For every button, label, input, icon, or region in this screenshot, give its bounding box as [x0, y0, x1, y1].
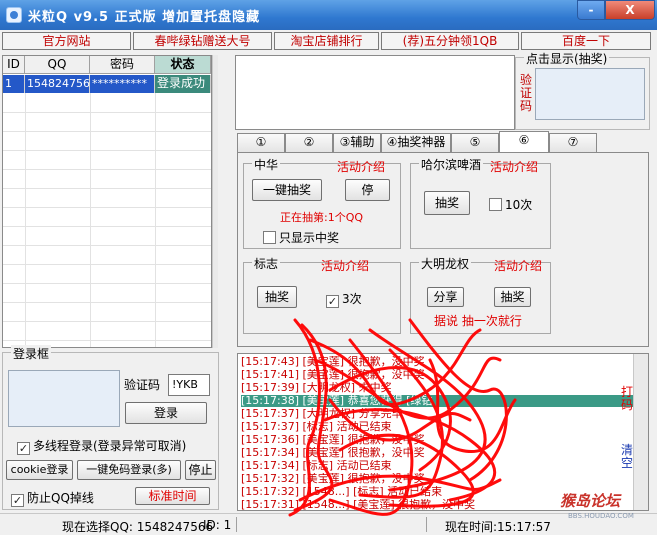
tab-3-helper[interactable]: ③辅助 [333, 133, 381, 152]
login-frame-legend: 登录框 [11, 345, 52, 362]
multithread-login-label: 多线程登录(登录异常可取消) [33, 439, 187, 453]
captcha-side-label[interactable]: 打码 [621, 386, 635, 412]
account-table-scrollbar[interactable] [212, 55, 218, 348]
log-scrollbar[interactable] [633, 354, 648, 510]
app-icon [6, 7, 22, 23]
taobao-ranking-button[interactable]: 淘宝店铺排行 [274, 32, 379, 50]
check-icon: ✓ [11, 494, 24, 507]
red-scribble-overlay [288, 318, 517, 517]
watermark-sub: BBS.HOUDAO.COM [568, 512, 634, 520]
group-biaozhi-title: 标志 [252, 255, 281, 272]
checkbox-box [263, 231, 276, 244]
harbin-intro-link[interactable]: 活动介绍 [490, 158, 538, 175]
grid-line [25, 93, 26, 347]
login-button[interactable]: 登录 [125, 402, 207, 424]
grid-line [155, 93, 156, 347]
harbin-10x-checkbox[interactable]: 10次 [489, 196, 532, 213]
only-winning-label: 只显示中奖 [279, 231, 340, 245]
official-site-button[interactable]: 官方网站 [2, 32, 131, 50]
tab-6[interactable]: ⑥ [499, 131, 549, 153]
group-zhonghua-title: 中华 [252, 156, 281, 173]
table-cell-status[interactable]: 登录成功 [155, 75, 211, 93]
minimize-button[interactable]: - [577, 0, 605, 20]
grid-line [3, 188, 211, 189]
window-title: 米粒Q v9.5 正式版 增加置托盘隐藏 [28, 10, 261, 25]
daminglongquan-intro-link[interactable]: 活动介绍 [494, 257, 542, 274]
click-display-legend: 点击显示(抽奖) [524, 50, 610, 67]
grid-line [3, 321, 211, 322]
baidu-button[interactable]: 百度一下 [521, 32, 651, 50]
grid-line [3, 340, 211, 341]
only-winning-checkbox[interactable]: 只显示中奖 [263, 229, 339, 246]
no-captcha-login-button[interactable]: 一键免码登录(多) [77, 460, 181, 480]
captcha-label: 验证码 [124, 378, 161, 392]
grid-line [3, 131, 211, 132]
column-header-status[interactable]: 状态 [155, 56, 211, 74]
grid-line [3, 245, 211, 246]
tab-7[interactable]: ⑦ [549, 133, 597, 152]
grid-line [3, 207, 211, 208]
column-header-qq[interactable]: QQ [25, 56, 90, 74]
grid-line [3, 112, 211, 113]
zhonghua-draw-button[interactable]: 一键抽奖 [252, 179, 322, 201]
column-header-id[interactable]: ID [3, 56, 25, 74]
zhonghua-stop-button[interactable]: 停 [345, 179, 390, 201]
tab-2[interactable]: ② [285, 133, 333, 152]
cookie-login-button[interactable]: cookie登录 [6, 460, 73, 480]
group-daminglongquan-title: 大明龙权 [419, 255, 472, 272]
biaozhi-intro-link[interactable]: 活动介绍 [321, 257, 369, 274]
site-watermark: 猴岛论坛 BBS.HOUDAO.COM [560, 493, 655, 520]
harbin-draw-button[interactable]: 抽奖 [424, 191, 470, 215]
vcode-image[interactable] [535, 68, 645, 120]
group-harbin-title: 哈尔滨啤酒 [419, 156, 484, 173]
tab-5[interactable]: ⑤ [451, 133, 499, 152]
grid-line [3, 283, 211, 284]
table-cell-qq[interactable]: 1548247566 [25, 75, 90, 93]
grid-line [90, 93, 91, 347]
grid-line [3, 226, 211, 227]
anti-drop-checkbox[interactable]: ✓ 防止QQ掉线 [11, 489, 94, 507]
title-bar: 米粒Q v9.5 正式版 增加置托盘隐藏 - X [0, 0, 657, 30]
current-id: ID: 1 [203, 518, 232, 532]
tab-4-draw-tool[interactable]: ④抽奖神器 [381, 133, 451, 152]
anti-drop-label: 防止QQ掉线 [27, 491, 94, 505]
clear-side-label[interactable]: 清空 [621, 444, 635, 470]
free-qb-button[interactable]: (荐)五分钟领1QB [381, 32, 519, 50]
account-table[interactable]: ID QQ 密码 状态 1 1548247566 ********** 登录成功 [2, 55, 212, 348]
harbin-10x-label: 10次 [505, 198, 533, 212]
check-icon: ✓ [17, 442, 30, 455]
checkbox-box [489, 198, 502, 211]
multithread-login-checkbox[interactable]: ✓ 多线程登录(登录异常可取消) [17, 437, 186, 455]
status-separator [236, 517, 237, 532]
table-cell-password[interactable]: ********** [90, 75, 155, 93]
grid-line [3, 150, 211, 151]
standard-time-button[interactable]: 标准时间 [135, 487, 210, 505]
grid-line [3, 264, 211, 265]
tab-1[interactable]: ① [237, 133, 285, 152]
vcode-label: 验证码 [520, 73, 533, 113]
grid-line [3, 169, 211, 170]
current-qq: 现在选择QQ: 1548247566 [62, 520, 214, 534]
notice-area [235, 55, 515, 130]
table-cell-id[interactable]: 1 [3, 75, 25, 93]
stop-login-button[interactable]: 停止 [185, 460, 216, 480]
close-button[interactable]: X [605, 0, 655, 20]
captcha-input[interactable]: !YKB [168, 374, 210, 396]
column-header-password[interactable]: 密码 [90, 56, 155, 74]
captcha-image[interactable] [8, 370, 120, 427]
zhonghua-draw-status: 正在抽第:1个QQ [280, 211, 364, 224]
zhonghua-intro-link[interactable]: 活动介绍 [337, 158, 385, 175]
green-diamond-gift-button[interactable]: 春哔绿钻赠送大号 [133, 32, 272, 50]
grid-line [3, 302, 211, 303]
